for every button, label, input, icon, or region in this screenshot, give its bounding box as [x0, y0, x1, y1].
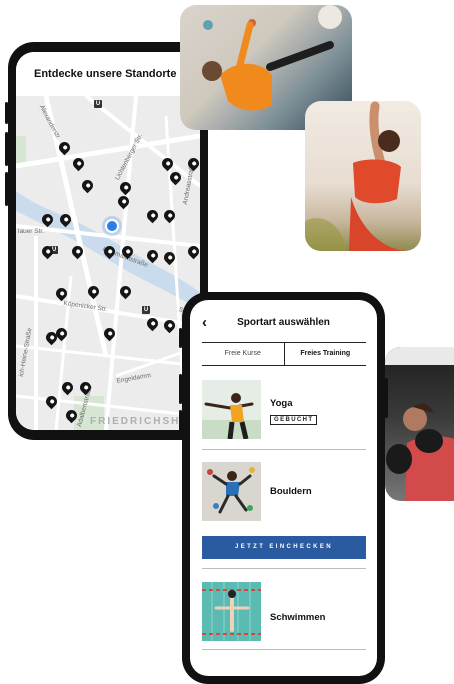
boxing-photo [385, 347, 454, 501]
volume-button [5, 132, 8, 166]
sport-phone: ‹ Sportart auswählen Freie Kurse Freies … [179, 292, 388, 684]
metro-icon: U [142, 306, 150, 314]
volume-button [179, 410, 182, 440]
boxing-photo-art [385, 347, 454, 501]
volume-button [179, 328, 182, 348]
sport-name: Schwimmen [270, 612, 326, 623]
yoga-photo [305, 101, 421, 251]
check-in-button[interactable]: JETZT EINCHECKEN [202, 536, 366, 559]
sport-name: Bouldern [270, 486, 312, 497]
list-item-bouldern[interactable]: Bouldern [202, 462, 366, 522]
map-screen: Entdecke unsere Standorte in Berlin [16, 52, 200, 430]
schwimmen-thumbnail [202, 582, 261, 641]
tab-free-training[interactable]: Freies Training [283, 343, 367, 365]
bouldern-thumbnail [202, 462, 261, 521]
metro-icon: U [94, 100, 102, 108]
volume-button [179, 374, 182, 404]
volume-button [5, 172, 8, 206]
list-item-yoga[interactable]: Yoga GEBUCHT [202, 380, 366, 440]
power-button [385, 378, 388, 418]
list-item-schwimmen[interactable]: Schwimmen [202, 582, 366, 642]
park-area [16, 136, 26, 166]
tab-bar: Freie Kurse Freies Training [202, 342, 366, 366]
locations-map[interactable]: Alexanderstr. Lichtenberger Str. Andreas… [16, 96, 200, 430]
volume-button [5, 102, 8, 124]
tab-free-classes[interactable]: Freie Kurse [202, 343, 284, 365]
map-header-title: Entdecke unsere Standorte in Berlin [16, 52, 200, 96]
map-phone: Entdecke unsere Standorte in Berlin [5, 42, 208, 440]
yoga-thumbnail [202, 380, 261, 439]
street-label: lauer Str. [18, 228, 45, 235]
divider [202, 449, 366, 450]
divider [202, 649, 366, 650]
divider [202, 568, 366, 569]
yoga-photo-art [305, 101, 409, 251]
map-streets-layer [16, 96, 200, 430]
page-title: Sportart auswählen [237, 317, 330, 328]
booked-badge: GEBUCHT [270, 415, 318, 425]
sport-select-screen: ‹ Sportart auswählen Freie Kurse Freies … [190, 300, 377, 676]
sport-name: Yoga [270, 398, 293, 409]
current-location-icon [105, 219, 119, 233]
